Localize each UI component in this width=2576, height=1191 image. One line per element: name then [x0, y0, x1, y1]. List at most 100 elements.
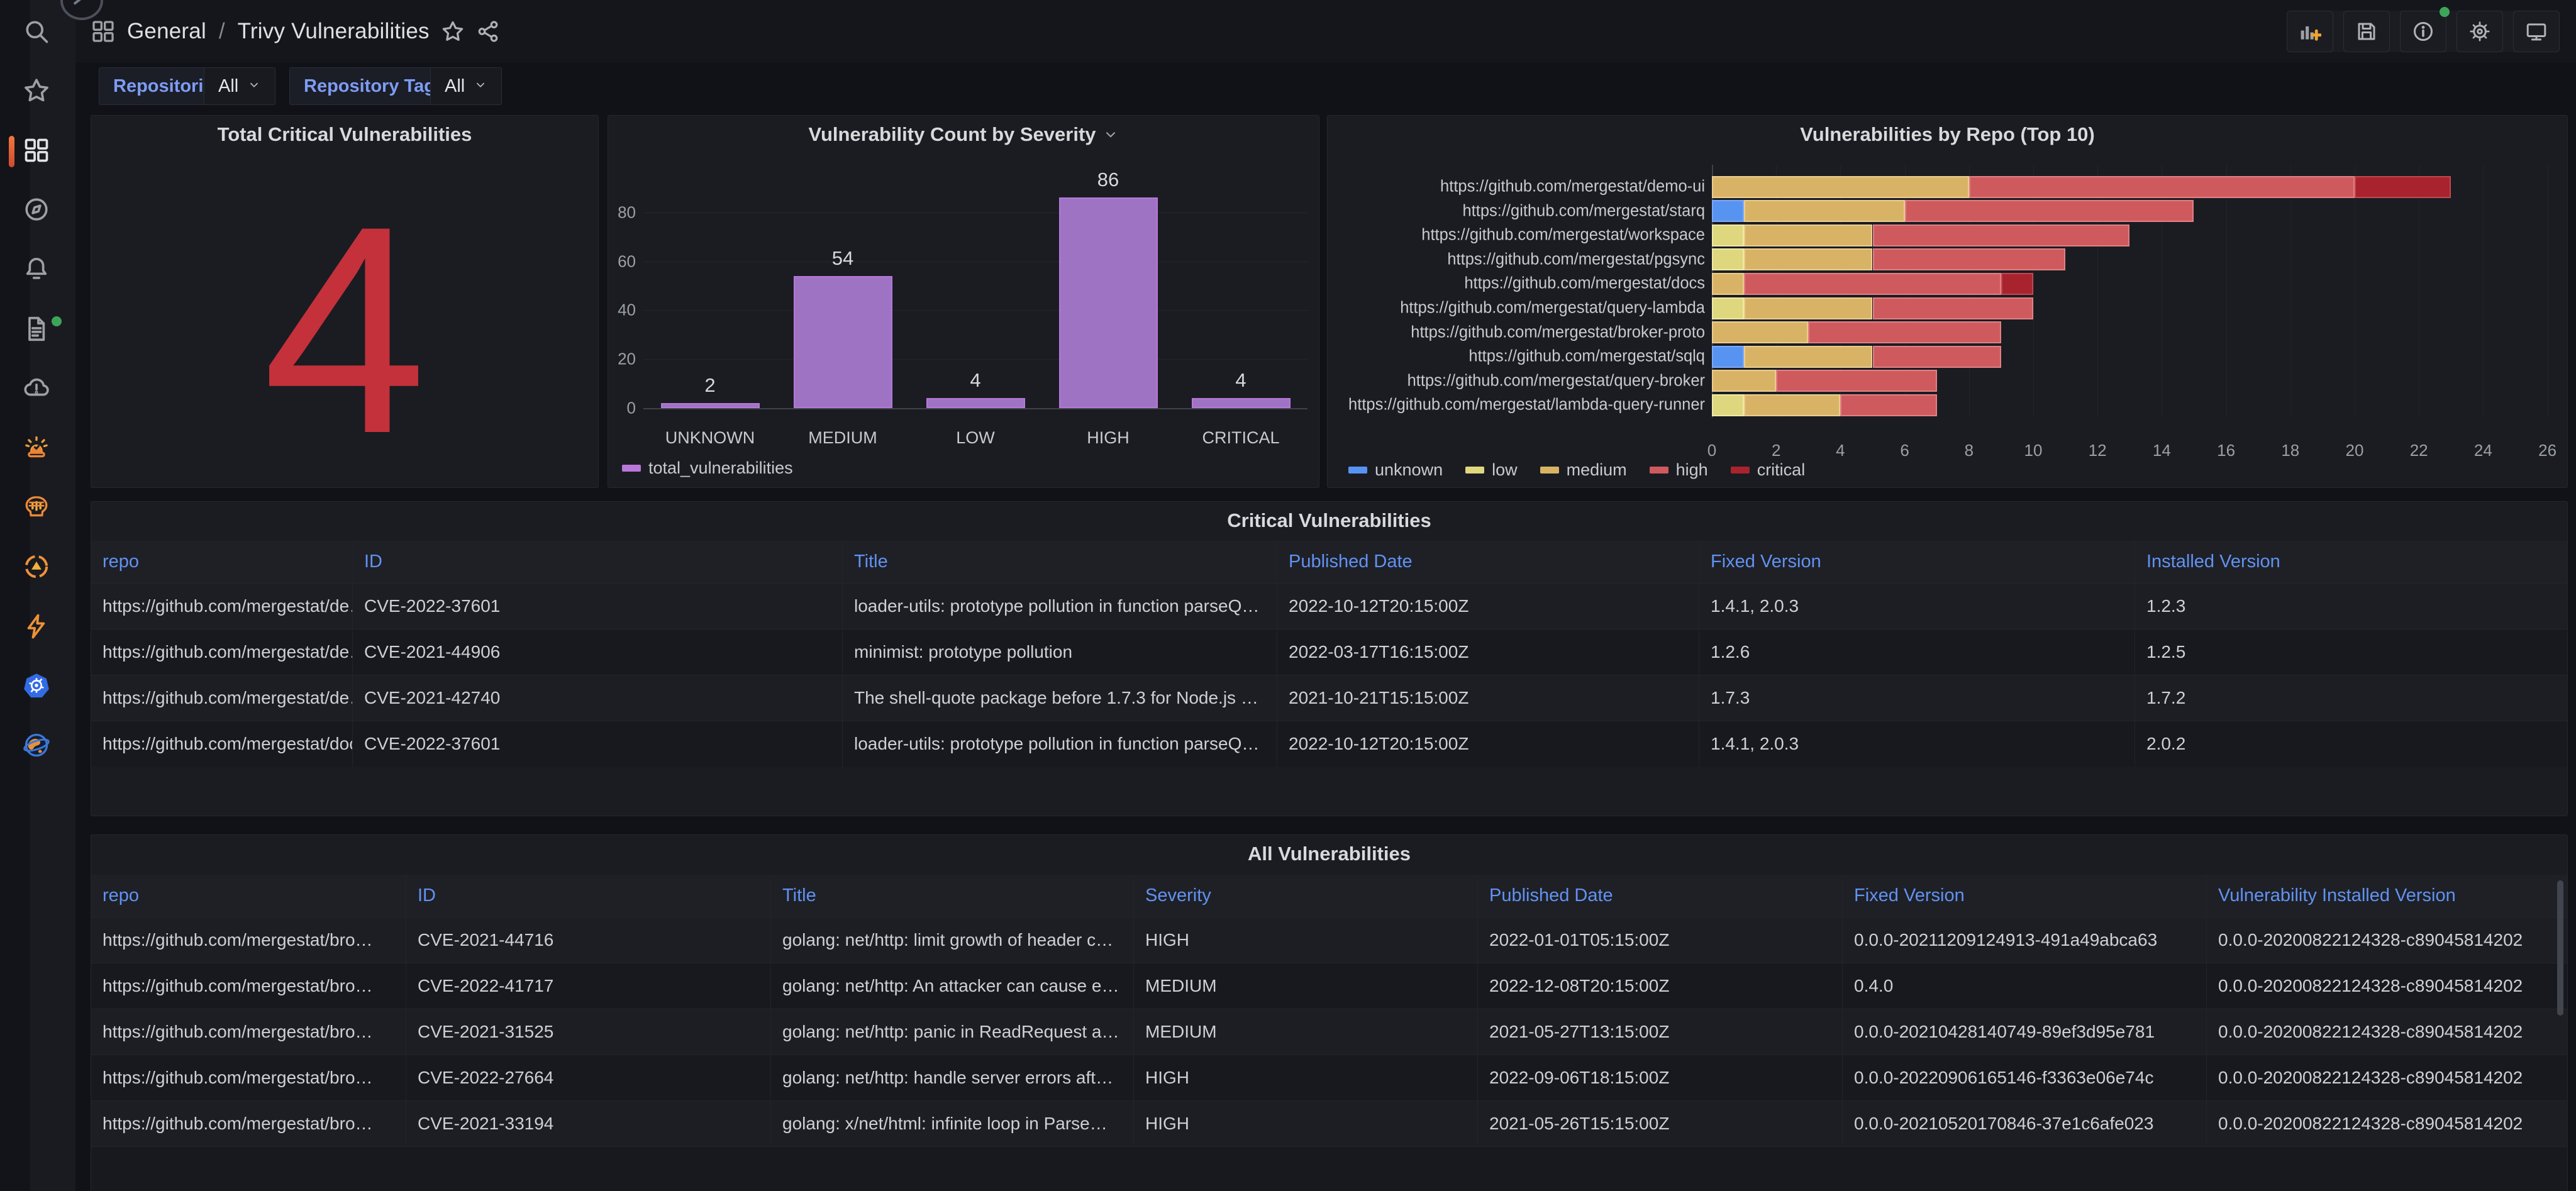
repo-bar-segment-medium[interactable]: [1744, 394, 1841, 416]
repo-bar-segment-high[interactable]: [1872, 224, 2130, 247]
repo-bar-segment-medium[interactable]: [1712, 175, 1969, 198]
legend-item-unknown[interactable]: unknown: [1348, 460, 1443, 480]
dashboard-insights-button[interactable]: [2400, 7, 2450, 52]
table-header-cell[interactable]: Published Date: [1478, 875, 1843, 917]
dashboard-settings-button[interactable]: [2457, 11, 2503, 52]
table-cell: 0.0.0-20200822124328-c89045814202: [2218, 1068, 2523, 1087]
repo-bar-segment-medium[interactable]: [1744, 248, 1873, 271]
table-cell: CVE-2022-37601: [353, 584, 843, 629]
repository-tags-filter-dropdown[interactable]: All: [430, 67, 502, 105]
repo-bar-segment-critical[interactable]: [2355, 175, 2451, 198]
repo-bar-segment-high[interactable]: [1872, 345, 2001, 368]
sidebar-item-machine-learning[interactable]: [21, 494, 52, 524]
severity-bar-low[interactable]: [926, 398, 1025, 408]
sidebar-item-oncall[interactable]: [21, 553, 52, 583]
table-header-cell[interactable]: Fixed Version: [1843, 875, 2207, 917]
breadcrumb-dashboard-title: Trivy Vulnerabilities: [237, 19, 430, 43]
repo-bar-segment-low[interactable]: [1712, 224, 1745, 247]
repo-bar-segment-medium[interactable]: [1712, 370, 1777, 392]
repo-bar-segment-critical[interactable]: [2001, 272, 2033, 295]
table-cell: 2022-12-08T20:15:00Z: [1478, 963, 1843, 1009]
table-cell: https://github.com/mergestat/de…: [91, 584, 353, 629]
share-dashboard-icon[interactable]: [476, 19, 500, 43]
severity-bar-unknown[interactable]: [660, 403, 760, 408]
chevron-down-icon: [474, 76, 487, 97]
repo-bar-segment-medium[interactable]: [1744, 224, 1873, 247]
legend-item-critical[interactable]: critical: [1730, 460, 1805, 480]
sidebar-item-synthetic-monitoring[interactable]: [21, 731, 52, 762]
table-cell: 1.4.1, 2.0.3: [1699, 584, 2135, 629]
repo-bar-segment-unknown[interactable]: [1712, 345, 1745, 368]
legend-swatch: [1730, 467, 1750, 474]
repo-bar-segment-low[interactable]: [1712, 297, 1745, 319]
severity-bar-medium[interactable]: [793, 275, 892, 408]
table-header-cell[interactable]: repo: [91, 875, 406, 917]
repo-bar-segment-low[interactable]: [1712, 394, 1745, 416]
sidebar-item-documentation[interactable]: [21, 315, 62, 345]
sidebar-item-search[interactable]: [21, 18, 52, 48]
repo-bar-segment-low[interactable]: [1712, 248, 1745, 271]
repo-bar-segment-unknown[interactable]: [1712, 200, 1745, 223]
sidebar-item-dashboards[interactable]: [21, 136, 52, 167]
table-header-cell[interactable]: Title: [771, 875, 1134, 917]
repo-bar-segment-high[interactable]: [1808, 321, 2001, 344]
sidebar-item-incident[interactable]: [21, 434, 52, 464]
sidebar-item-alerting[interactable]: [21, 255, 52, 285]
table-header-cell[interactable]: ID: [406, 875, 771, 917]
star-dashboard-icon[interactable]: [441, 19, 465, 43]
table-scrollbar[interactable]: [2557, 880, 2563, 1016]
repo-bar-segment-high[interactable]: [1968, 175, 2355, 198]
sidebar-item-explore[interactable]: [21, 196, 52, 226]
table-header-cell[interactable]: Published Date: [1277, 541, 1699, 583]
table-header-cell[interactable]: ID: [353, 541, 843, 583]
breadcrumb: General / Trivy Vulnerabilities: [91, 0, 500, 63]
legend-item-low[interactable]: low: [1465, 460, 1518, 480]
table-cell: 0.4.0: [1843, 963, 2207, 1009]
table-header-cell[interactable]: Installed Version: [2135, 541, 2567, 583]
table-header-cell[interactable]: repo: [91, 541, 353, 583]
repo-bar-segment-medium[interactable]: [1744, 345, 1873, 368]
repo-bar-segment-medium[interactable]: [1744, 297, 1873, 319]
repo-stacked-bar-chart: 0 2 4 6 8 10 12 14 16 18 20 22 24 26 https://github.co…: [1328, 116, 2567, 487]
sidebar-item-performance[interactable]: [21, 612, 52, 643]
table-cell: CVE-2022-41717: [406, 963, 771, 1009]
panel-title[interactable]: All Vulnerabilities: [91, 835, 2567, 873]
table-cell: 0.0.0-20200822124328-c89045814202: [2218, 976, 2523, 995]
table-cell: 2022-09-06T18:15:00Z: [1478, 1055, 1843, 1100]
repo-bar-segment-medium[interactable]: [1744, 200, 1905, 223]
repo-bar-segment-high[interactable]: [1776, 370, 1937, 392]
star-icon: [23, 77, 50, 108]
sidebar: [0, 0, 75, 1191]
table-header-cell[interactable]: Title: [843, 541, 1277, 583]
repo-bar-segment-high[interactable]: [1872, 297, 2033, 319]
severity-bar-critical[interactable]: [1191, 398, 1291, 408]
repo-bar-segment-high[interactable]: [1744, 272, 2001, 295]
table-header-cell[interactable]: Fixed Version: [1699, 541, 2135, 583]
table-cell: minimist: prototype pollution: [843, 629, 1277, 675]
save-dashboard-button[interactable]: [2343, 11, 2390, 52]
repo-bar-segment-medium[interactable]: [1712, 272, 1745, 295]
severity-bar-high[interactable]: [1058, 197, 1158, 408]
repo-axis-label: https://github.com/mergestat/broker-prot…: [1411, 323, 1705, 341]
repo-bar-segment-high[interactable]: [1904, 200, 2194, 223]
repositories-filter-dropdown[interactable]: All: [204, 67, 276, 105]
repo-bar-segment-high[interactable]: [1872, 248, 2066, 271]
add-panel-button[interactable]: [2287, 11, 2333, 52]
cycle-view-mode-button[interactable]: [2513, 11, 2560, 52]
panel-title[interactable]: Critical Vulnerabilities: [91, 502, 2567, 540]
table-header-cell[interactable]: Severity: [1134, 875, 1478, 917]
legend-item-high[interactable]: high: [1649, 460, 1708, 480]
legend-item-medium[interactable]: medium: [1540, 460, 1627, 480]
table-header-cell[interactable]: Vulnerability Installed Version: [2207, 875, 2567, 917]
repo-bar-segment-high[interactable]: [1840, 394, 1937, 416]
panel-title[interactable]: Total Critical Vulnerabilities: [91, 116, 598, 153]
breadcrumb-folder[interactable]: General: [127, 19, 206, 44]
legend-item-total-vulnerabilities[interactable]: total_vulnerabilities: [622, 458, 793, 478]
sidebar-item-cloud-alerts[interactable]: [21, 375, 52, 405]
y-axis-tick: 80: [618, 202, 636, 222]
table-cell: CVE-2021-42740: [353, 675, 843, 721]
sidebar-item-starred[interactable]: [21, 77, 52, 108]
table-cell: CVE-2022-27664: [406, 1055, 771, 1100]
sidebar-item-kubernetes[interactable]: [21, 672, 52, 702]
repo-bar-segment-medium[interactable]: [1712, 321, 1809, 344]
